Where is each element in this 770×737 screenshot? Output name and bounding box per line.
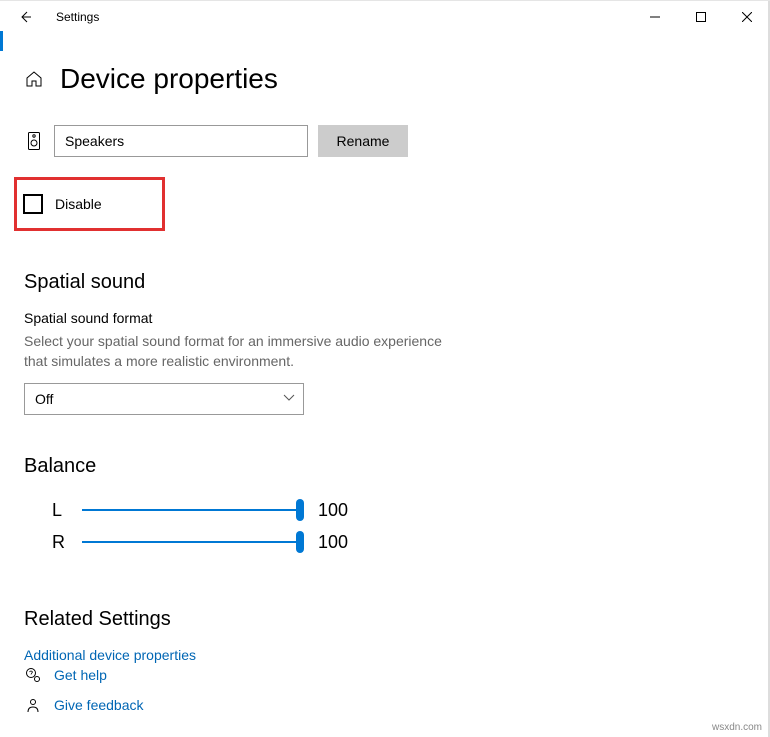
- home-icon[interactable]: [24, 69, 44, 89]
- spatial-sound-header: Spatial sound: [24, 271, 746, 294]
- balance-right-row: R 100: [24, 526, 746, 558]
- get-help-link[interactable]: Get help: [54, 667, 107, 683]
- page-header: Device properties: [24, 63, 746, 95]
- disable-label: Disable: [55, 196, 102, 212]
- balance-right-value: 100: [318, 532, 348, 553]
- balance-left-slider[interactable]: [82, 509, 300, 511]
- balance-left-value: 100: [318, 500, 348, 521]
- disable-checkbox-highlight: Disable: [14, 177, 165, 231]
- watermark: wsxdn.com: [712, 722, 762, 733]
- give-feedback-row[interactable]: Give feedback: [24, 697, 144, 713]
- footer-links: Get help Give feedback: [24, 667, 144, 727]
- additional-properties-link[interactable]: Additional device properties: [24, 647, 746, 663]
- spatial-format-dropdown[interactable]: Off: [24, 383, 304, 415]
- page-title: Device properties: [60, 63, 278, 95]
- left-accent-border: [0, 31, 3, 51]
- minimize-button[interactable]: [632, 1, 678, 33]
- help-icon: [24, 667, 42, 683]
- balance-left-row: L 100: [24, 494, 746, 526]
- close-button[interactable]: [724, 1, 770, 33]
- balance-right-slider[interactable]: [82, 541, 300, 543]
- device-name-row: Rename: [24, 125, 746, 157]
- spatial-description: Select your spatial sound format for an …: [24, 332, 464, 371]
- disable-checkbox[interactable]: [23, 194, 43, 214]
- get-help-row[interactable]: Get help: [24, 667, 144, 683]
- dropdown-selected-value: Off: [35, 391, 53, 407]
- spatial-sound-section: Spatial sound Spatial sound format Selec…: [24, 271, 746, 415]
- balance-section: Balance L 100 R 100: [24, 455, 746, 558]
- slider-thumb[interactable]: [296, 499, 304, 521]
- balance-left-label: L: [52, 500, 82, 521]
- back-button[interactable]: [10, 2, 40, 32]
- spatial-format-label: Spatial sound format: [24, 310, 746, 326]
- window-title: Settings: [56, 10, 99, 24]
- slider-thumb[interactable]: [296, 531, 304, 553]
- chevron-down-icon: [283, 394, 295, 405]
- related-settings-section: Related Settings Additional device prope…: [24, 608, 746, 663]
- give-feedback-link[interactable]: Give feedback: [54, 697, 144, 713]
- content-area: Device properties Rename Disable Spatial…: [0, 33, 770, 663]
- speaker-icon: [24, 132, 44, 150]
- rename-button[interactable]: Rename: [318, 125, 408, 157]
- feedback-icon: [24, 697, 42, 713]
- balance-right-label: R: [52, 532, 82, 553]
- balance-header: Balance: [24, 455, 746, 478]
- related-settings-header: Related Settings: [24, 608, 746, 631]
- maximize-button[interactable]: [678, 1, 724, 33]
- window-controls: [632, 1, 770, 33]
- device-name-input[interactable]: [54, 125, 308, 157]
- titlebar: Settings: [0, 1, 770, 33]
